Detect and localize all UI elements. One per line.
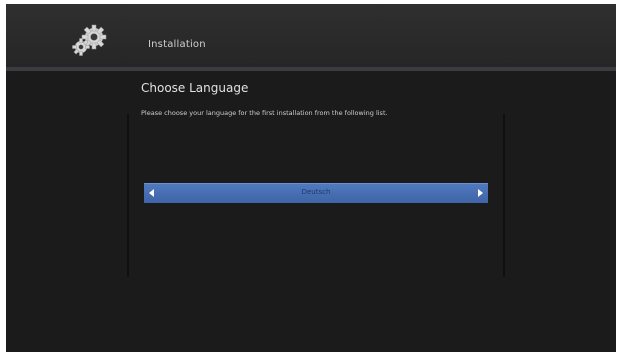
language-selector[interactable]: Deutsch <box>144 183 488 203</box>
header-bar: Installation <box>6 4 616 67</box>
page-title: Choose Language <box>141 81 249 95</box>
tv-screen: Installation <box>6 4 616 352</box>
arrow-right-icon[interactable] <box>478 189 483 197</box>
panel-left-border <box>127 114 129 277</box>
language-selector-value: Deutsch <box>301 188 331 196</box>
header-title: Installation <box>148 39 206 50</box>
gear-icon <box>72 24 107 56</box>
panel-right-border <box>503 114 505 277</box>
page-description: Please choose your language for the firs… <box>141 109 388 117</box>
header-divider <box>6 67 616 71</box>
